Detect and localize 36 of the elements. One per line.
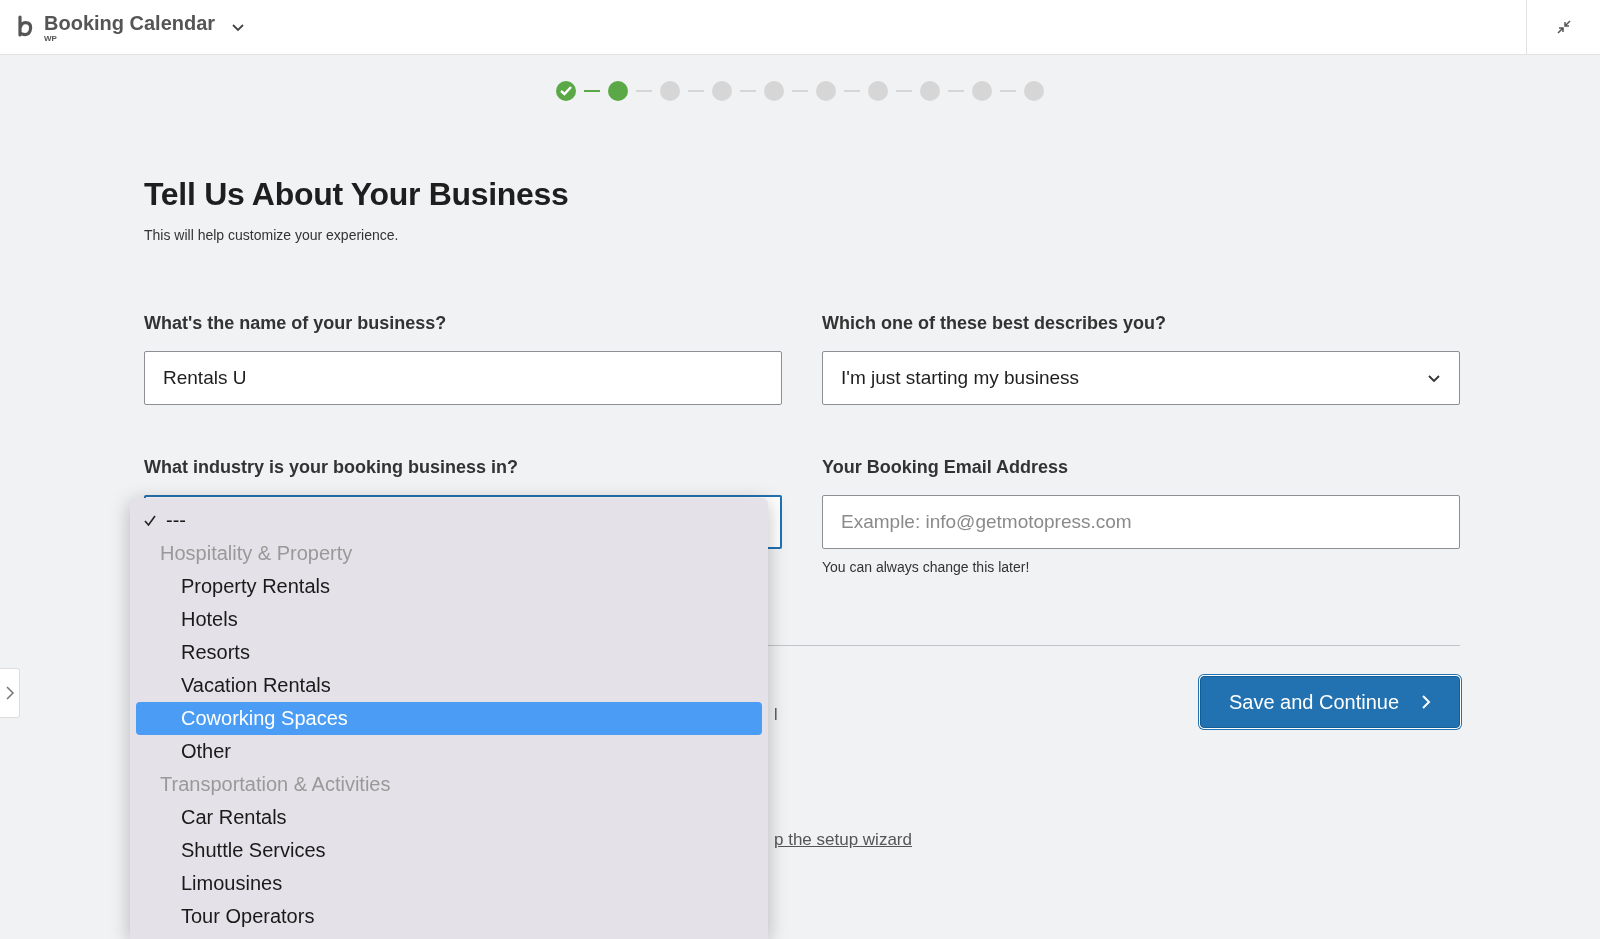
chevron-right-icon xyxy=(4,685,15,701)
field-hint: You can always change this later! xyxy=(822,559,1031,575)
checkmark-icon xyxy=(144,514,156,527)
chevron-right-icon xyxy=(1421,694,1432,710)
text-fragment: l xyxy=(774,706,778,724)
step-connector xyxy=(584,90,600,92)
app-title: Booking Calendar xyxy=(44,11,216,34)
chevron-down-icon xyxy=(1427,373,1441,383)
menu-option[interactable]: Vacation Rentals xyxy=(136,669,762,702)
page-subheading: This will help customize your experience. xyxy=(144,227,400,243)
menu-option[interactable]: Other xyxy=(136,735,762,768)
chevron-down-icon xyxy=(231,22,246,32)
field-label: What industry is your booking business in? xyxy=(144,457,520,478)
save-and-continue-button[interactable]: Save and Continue xyxy=(1200,676,1460,728)
field-label: Your Booking Email Address xyxy=(822,457,1070,478)
logo-icon xyxy=(16,15,34,39)
email-field[interactable]: Example: info@getmotopress.com xyxy=(822,495,1460,549)
menu-option[interactable]: Tour Operators xyxy=(136,900,762,933)
page-heading: Tell Us About Your Business xyxy=(144,176,570,213)
menu-option[interactable]: Hotels xyxy=(136,603,762,636)
menu-option[interactable]: Limousines xyxy=(136,867,762,900)
select-field[interactable]: I'm just starting my business xyxy=(822,351,1460,405)
text-field[interactable]: Rentals U xyxy=(144,351,782,405)
option-group-label: Hospitality & Property xyxy=(159,541,354,566)
menu-option[interactable]: Property Rentals xyxy=(136,570,762,603)
option-group-label: Transportation & Activities xyxy=(159,772,392,797)
menu-option[interactable]: Resorts xyxy=(136,636,762,669)
field-label: Which one of these best describes you? xyxy=(822,313,1168,334)
menu-option[interactable]: Car Rentals xyxy=(136,801,762,834)
menu-option[interactable]: --- xyxy=(136,504,762,537)
minimize-icon xyxy=(1555,19,1572,35)
field-label: What's the name of your business? xyxy=(144,313,448,334)
expand-sidebar-button[interactable] xyxy=(0,668,20,718)
app-subtitle: WP xyxy=(44,33,57,43)
menu-option[interactable]: Shuttle Services xyxy=(136,834,762,867)
skip-wizard-link[interactable]: p the setup wizard xyxy=(774,830,912,849)
